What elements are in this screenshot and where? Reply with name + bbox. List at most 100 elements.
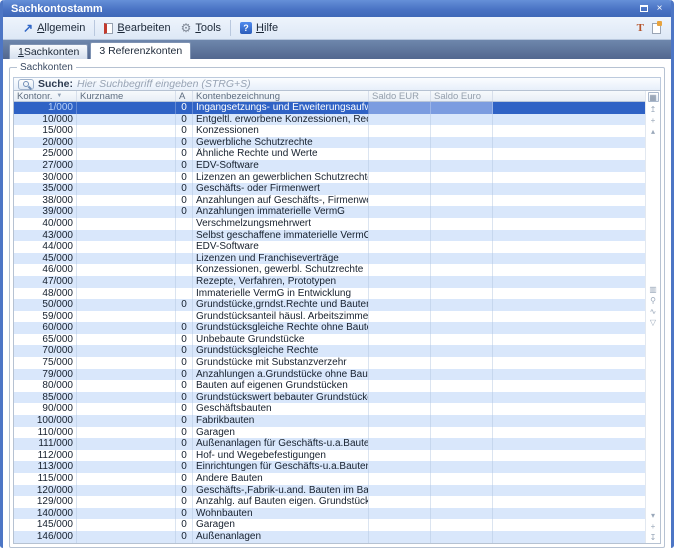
- cell-kurzname: [77, 253, 176, 265]
- cell-konto: 115/000: [14, 473, 77, 485]
- filter-icon[interactable]: ▽: [647, 319, 659, 327]
- table-row[interactable]: 110/0000Garagen: [14, 427, 645, 439]
- cell-kurzname: [77, 160, 176, 172]
- cell-kurzname: [77, 438, 176, 450]
- search-button[interactable]: [18, 79, 34, 90]
- cell-saldo_euro: [431, 415, 493, 427]
- column-header-kurzname[interactable]: Kurzname: [77, 91, 176, 101]
- cell-bez: Geschäfts-,Fabrik-u.and. Bauten im Bau: [193, 485, 369, 497]
- cell-saldo_eur: [369, 519, 431, 531]
- table-row[interactable]: 140/0000Wohnbauten: [14, 508, 645, 520]
- table-row[interactable]: 70/0000Grundstücksgleiche Rechte: [14, 345, 645, 357]
- restore-button[interactable]: [637, 3, 650, 15]
- cell-a: 0: [176, 427, 193, 439]
- zoom-icon[interactable]: ⚲: [647, 297, 659, 305]
- close-button[interactable]: ×: [653, 3, 666, 15]
- cell-saldo_euro: [431, 299, 493, 311]
- table-row[interactable]: 48/000Immaterielle VermG in Entwicklung: [14, 288, 645, 300]
- cell-saldo_euro: [431, 369, 493, 381]
- column-header-saldo_euro[interactable]: Saldo Euro: [431, 91, 493, 101]
- table-row[interactable]: 113/0000Einrichtungen für Geschäfts-u.a.…: [14, 461, 645, 473]
- cell-filler: [493, 125, 645, 137]
- table-row[interactable]: 46/000Konzessionen, gewerbl. Schutzrecht…: [14, 264, 645, 276]
- table-row[interactable]: 79/0000Anzahlungen a.Grundstücke ohne Ba…: [14, 369, 645, 381]
- table-row[interactable]: 45/000Lizenzen und Franchiseverträge: [14, 253, 645, 265]
- scroll-last-icon[interactable]: ↧: [647, 534, 659, 542]
- cell-filler: [493, 403, 645, 415]
- table-row[interactable]: 100/0000Fabrikbauten: [14, 415, 645, 427]
- cell-kurzname: [77, 450, 176, 462]
- columns-icon[interactable]: ▥: [647, 286, 659, 294]
- cell-filler: [493, 369, 645, 381]
- menu-allgemein[interactable]: ↗Allgemein: [18, 20, 90, 36]
- cell-saldo_eur: [369, 137, 431, 149]
- cell-bez: EDV-Software: [193, 241, 369, 253]
- table-row[interactable]: 112/0000Hof- und Wegebefestigungen: [14, 450, 645, 462]
- cell-bez: Anzahlungen auf Geschäfts-, Firmenwert: [193, 195, 369, 207]
- tab-3-referenzkonten[interactable]: 3 Referenzkonten: [90, 42, 191, 59]
- table-row[interactable]: 39/0000Anzahlungen immaterielle VermG: [14, 206, 645, 218]
- table-row[interactable]: 145/0000Garagen: [14, 519, 645, 531]
- chart-icon[interactable]: ∿: [647, 308, 659, 316]
- table-row[interactable]: 27/0000EDV-Software: [14, 160, 645, 172]
- table-row[interactable]: 15/0000Konzessionen: [14, 125, 645, 137]
- scroll-position2-icon[interactable]: +: [647, 523, 659, 531]
- cell-filler: [493, 172, 645, 184]
- cell-a: 0: [176, 450, 193, 462]
- scroll-down-icon[interactable]: ▾: [647, 512, 659, 520]
- table-row[interactable]: 111/0000Außenanlagen für Geschäfts-u.a.B…: [14, 438, 645, 450]
- search-input[interactable]: [77, 78, 656, 90]
- column-header-konto[interactable]: Kontonr.▼: [14, 91, 77, 101]
- menu-bearbeiten[interactable]: Bearbeiten: [99, 20, 175, 36]
- menu-tools[interactable]: ⚙Tools: [176, 20, 226, 36]
- table-row[interactable]: 20/0000Gewerbliche Schutzrechte: [14, 137, 645, 149]
- notes-icon[interactable]: [652, 23, 661, 34]
- table-row[interactable]: 47/000Rezepte, Verfahren, Prototypen: [14, 276, 645, 288]
- table-row[interactable]: 25/0000Ähnliche Rechte und Werte: [14, 148, 645, 160]
- table-row[interactable]: 1/0000Ingangsetzungs- und Erweiterungsau…: [14, 102, 645, 114]
- table-row[interactable]: 40/000Verschmelzungsmehrwert: [14, 218, 645, 230]
- pin-icon[interactable]: T: [637, 22, 644, 34]
- cell-a: 0: [176, 299, 193, 311]
- tab-1-sachkonten[interactable]: 1 Sachkonten: [9, 44, 88, 59]
- cell-konto: 146/000: [14, 531, 77, 543]
- table-row[interactable]: 65/0000Unbebaute Grundstücke: [14, 334, 645, 346]
- table-row[interactable]: 60/0000Grundstücksgleiche Rechte ohne Ba…: [14, 322, 645, 334]
- table-row[interactable]: 30/0000Lizenzen an gewerblichen Schutzre…: [14, 172, 645, 184]
- scroll-up-icon[interactable]: ▴: [647, 128, 659, 136]
- table-row[interactable]: 44/000EDV-Software: [14, 241, 645, 253]
- table-row[interactable]: 90/0000Geschäftsbauten: [14, 403, 645, 415]
- cell-kurzname: [77, 102, 176, 114]
- table-row[interactable]: 43/000Selbst geschaffene immaterielle Ve…: [14, 230, 645, 242]
- table-row[interactable]: 59/000Grundstücksanteil häusl. Arbeitszi…: [14, 311, 645, 323]
- table-row[interactable]: 120/0000Geschäfts-,Fabrik-u.and. Bauten …: [14, 485, 645, 497]
- table-row[interactable]: 115/0000Andere Bauten: [14, 473, 645, 485]
- scroll-position-icon[interactable]: +: [647, 117, 659, 125]
- table-row[interactable]: 75/0000Grundstücke mit Substanzverzehr: [14, 357, 645, 369]
- close-icon: ×: [657, 3, 663, 14]
- scroll-first-icon[interactable]: ↥: [647, 106, 659, 114]
- table-row[interactable]: 146/0000Außenanlagen: [14, 531, 645, 543]
- table-row[interactable]: 80/0000Bauten auf eigenen Grundstücken: [14, 380, 645, 392]
- cell-konto: 65/000: [14, 334, 77, 346]
- cell-saldo_eur: [369, 450, 431, 462]
- table-row[interactable]: 85/0000Grundstückswert bebauter Grundstü…: [14, 392, 645, 404]
- table-row[interactable]: 129/0000Anzahlg. auf Bauten eigen. Grund…: [14, 496, 645, 508]
- cell-konto: 35/000: [14, 183, 77, 195]
- menu-hilfe[interactable]: ?Hilfe: [235, 20, 283, 36]
- table-row[interactable]: 50/0000Grundstücke,grndst.Rechte und Bau…: [14, 299, 645, 311]
- cell-saldo_euro: [431, 403, 493, 415]
- column-header-bez[interactable]: Kontenbezeichnung: [193, 91, 369, 101]
- cell-bez: Lizenzen und Franchiseverträge: [193, 253, 369, 265]
- column-header-a[interactable]: A: [176, 91, 193, 101]
- cell-konto: 100/000: [14, 415, 77, 427]
- cell-bez: Konzessionen: [193, 125, 369, 137]
- cell-kurzname: [77, 345, 176, 357]
- table-row[interactable]: 10/0000Entgeltl. erworbene Konzessionen,…: [14, 114, 645, 126]
- column-header-saldo_eur[interactable]: Saldo EUR: [369, 91, 431, 101]
- column-chooser-icon[interactable]: ▦: [648, 92, 659, 102]
- table-row[interactable]: 35/0000Geschäfts- oder Firmenwert: [14, 183, 645, 195]
- cell-saldo_euro: [431, 276, 493, 288]
- cell-kurzname: [77, 380, 176, 392]
- table-row[interactable]: 38/0000Anzahlungen auf Geschäfts-, Firme…: [14, 195, 645, 207]
